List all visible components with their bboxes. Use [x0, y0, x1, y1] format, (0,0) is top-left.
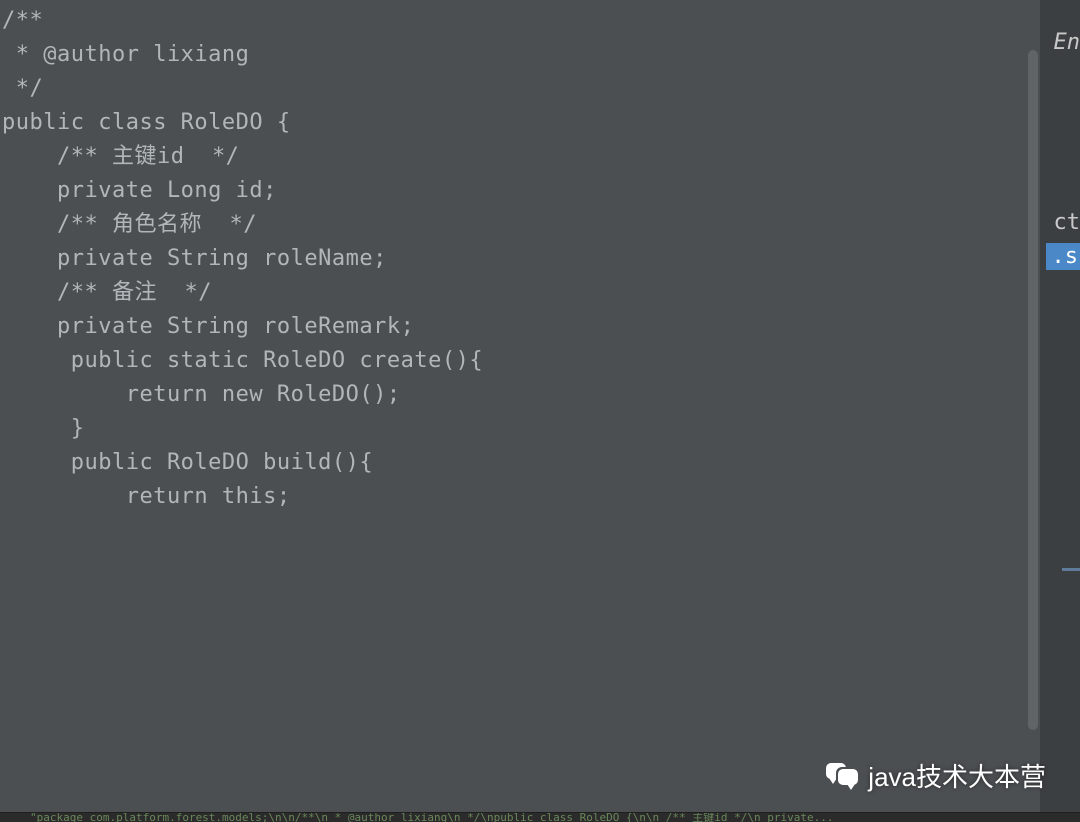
- code-line[interactable]: /** 角色名称 */: [0, 208, 1040, 242]
- right-hint-ct: ct: [1054, 210, 1080, 235]
- right-hint-s: .s: [1046, 243, 1080, 270]
- wechat-icon: [826, 759, 860, 793]
- code-line[interactable]: /**: [0, 4, 1040, 38]
- bottom-output-text: "package com.platform.forest.models;\n\n…: [30, 812, 833, 822]
- code-line[interactable]: return this;: [0, 480, 1040, 514]
- watermark: java技术大本营: [826, 757, 1046, 794]
- scrollbar-thumb[interactable]: [1028, 50, 1038, 730]
- code-line[interactable]: public static RoleDO create(){: [0, 344, 1040, 378]
- code-line[interactable]: */: [0, 72, 1040, 106]
- bottom-output-strip: "package com.platform.forest.models;\n\n…: [0, 812, 1080, 822]
- watermark-text: java技术大本营: [868, 757, 1046, 794]
- scrollbar-track[interactable]: [1026, 0, 1040, 822]
- code-line[interactable]: private String roleRemark;: [0, 310, 1040, 344]
- code-line[interactable]: private String roleName;: [0, 242, 1040, 276]
- code-area[interactable]: /** * @author lixiang */ public class Ro…: [0, 0, 1040, 822]
- editor-wrap: /** * @author lixiang */ public class Ro…: [0, 0, 1080, 822]
- code-line[interactable]: }: [0, 412, 1040, 446]
- code-line[interactable]: return new RoleDO();: [0, 378, 1040, 412]
- code-line[interactable]: /** 备注 */: [0, 276, 1040, 310]
- code-line[interactable]: public class RoleDO {: [0, 106, 1040, 140]
- editor-right-gutter: En ct .s: [1040, 0, 1080, 822]
- right-marker: [1062, 568, 1080, 571]
- code-line[interactable]: public RoleDO build(){: [0, 446, 1040, 480]
- code-line[interactable]: /** 主键id */: [0, 140, 1040, 174]
- code-line[interactable]: private Long id;: [0, 174, 1040, 208]
- right-hint-en: En: [1054, 30, 1080, 55]
- code-line[interactable]: * @author lixiang: [0, 38, 1040, 72]
